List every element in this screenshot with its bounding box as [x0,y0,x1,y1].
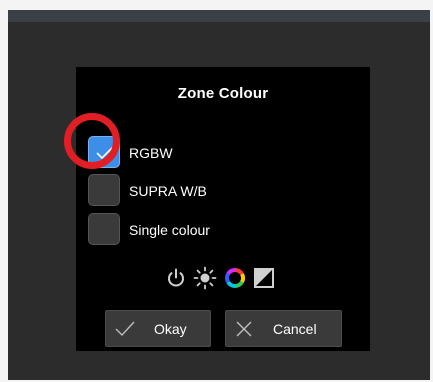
brightness-icon[interactable] [193,266,217,290]
rgbw-label: RGBW [129,145,173,161]
top-bar [8,10,430,22]
check-icon [115,321,135,337]
close-icon [236,321,252,337]
supra-wb-checkbox[interactable] [88,174,120,206]
single-colour-label: Single colour [129,222,210,238]
power-icon[interactable] [164,266,188,290]
option-supra-wb[interactable]: SUPRA W/B [88,174,288,210]
zone-colour-dialog: Zone Colour RGBW SUPRA W/B Single colour [76,67,370,351]
supra-wb-label: SUPRA W/B [129,183,207,199]
cancel-button[interactable]: Cancel [225,310,342,347]
screenshot-frame: Zone Colour RGBW SUPRA W/B Single colour [0,0,433,382]
app-background: Zone Colour RGBW SUPRA W/B Single colour [8,10,430,380]
okay-label: Okay [154,321,187,337]
cancel-label: Cancel [273,321,317,337]
option-single-colour[interactable]: Single colour [88,213,288,249]
dialog-title: Zone Colour [177,85,269,102]
mode-icon-row [164,266,284,290]
okay-button[interactable]: Okay [105,310,211,347]
single-colour-checkbox[interactable] [88,213,120,245]
contrast-icon[interactable] [252,266,276,290]
annotation-circle [64,113,120,169]
color-wheel-icon[interactable] [223,266,247,290]
